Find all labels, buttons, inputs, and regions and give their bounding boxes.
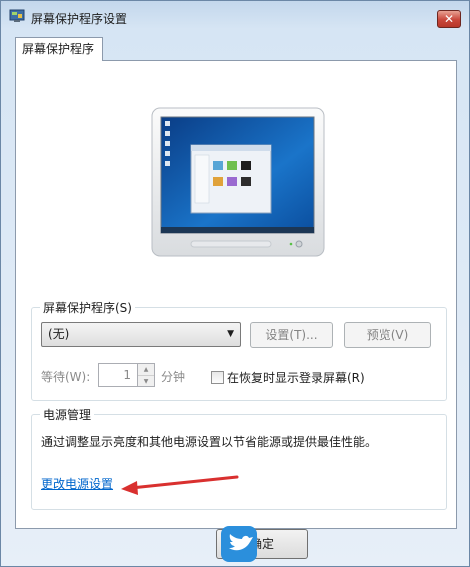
tab-screensaver[interactable]: 屏幕保护程序: [15, 37, 103, 61]
screensaver-select-value: (无): [48, 327, 70, 341]
wait-minutes-stepper[interactable]: ▲ ▼: [138, 363, 155, 387]
watermark-bird-logo: [221, 526, 257, 562]
power-management-group: 电源管理: [31, 406, 447, 510]
screensaver-settings-window: 屏幕保护程序设置 ✕ 屏幕保护程序 屏幕保护程序(S) (无) ▼ 设置(T).…: [0, 0, 470, 567]
settings-button[interactable]: 设置(T)...: [250, 322, 333, 348]
monitor-preview-image: [151, 107, 325, 257]
change-power-settings-link[interactable]: 更改电源设置: [41, 475, 113, 492]
display-properties-icon: [9, 9, 25, 22]
wait-minutes-input[interactable]: 1: [98, 363, 138, 387]
close-button[interactable]: ✕: [437, 10, 461, 28]
resume-logon-label[interactable]: 在恢复时显示登录屏幕(R): [227, 369, 365, 386]
chevron-up-icon[interactable]: ▲: [138, 364, 154, 376]
power-description: 通过调整显示亮度和其他电源设置以节省能源或提供最佳性能。: [41, 435, 378, 449]
minutes-label: 分钟: [161, 370, 186, 384]
preview-button[interactable]: 预览(V): [344, 322, 431, 348]
wait-label: 等待(W):: [41, 370, 91, 384]
title-bar: 屏幕保护程序设置 ✕: [1, 1, 469, 31]
annotation-arrow-icon: [121, 475, 239, 495]
screensaver-group-label: 屏幕保护程序(S): [40, 299, 135, 316]
power-group-label: 电源管理: [40, 406, 95, 423]
close-icon: ✕: [443, 12, 455, 26]
resume-logon-checkbox[interactable]: [211, 371, 224, 384]
screensaver-select[interactable]: (无) ▼: [41, 322, 241, 347]
window-title: 屏幕保护程序设置: [31, 12, 128, 26]
chevron-down-icon[interactable]: ▼: [138, 376, 154, 387]
chevron-down-icon: ▼: [227, 329, 234, 339]
